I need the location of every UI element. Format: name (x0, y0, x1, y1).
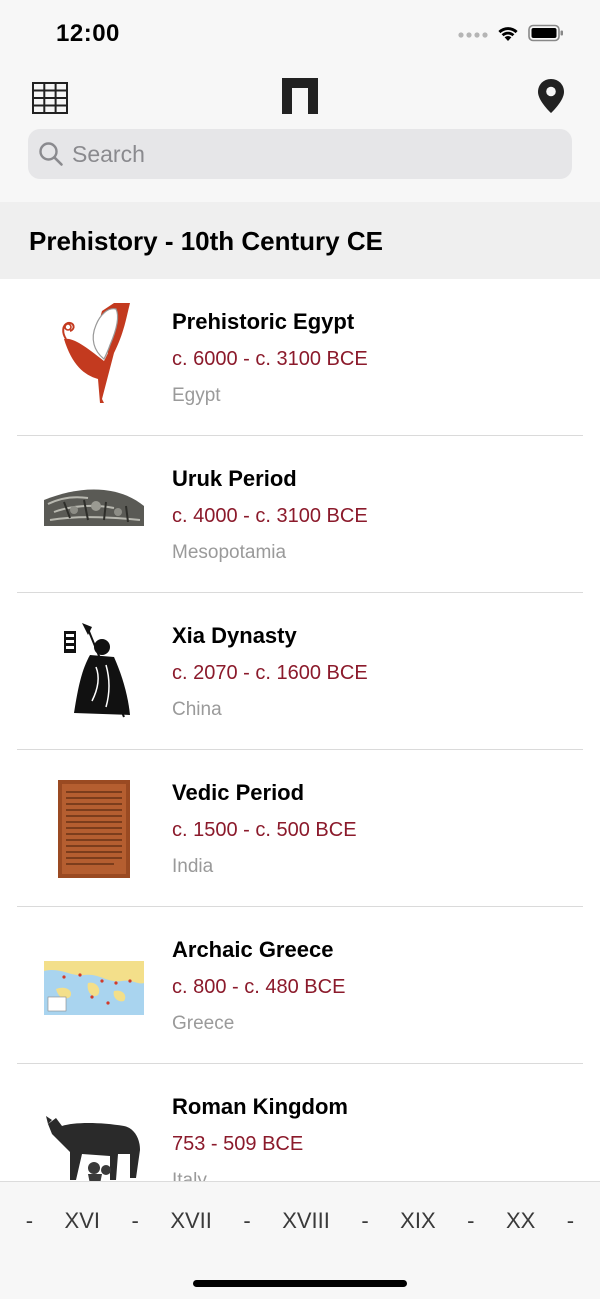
century-separator: - (243, 1208, 251, 1233)
period-dates: c. 2070 - c. 1600 BCE (172, 662, 368, 684)
status-bar: 12:00 (0, 0, 600, 64)
list-item[interactable]: Roman Kingdom 753 - 509 BCE Italy (0, 1064, 600, 1181)
period-region: Greece (172, 1013, 235, 1034)
century-separator: - (467, 1208, 475, 1233)
location-pin-icon (538, 79, 564, 113)
period-title: Archaic Greece (172, 937, 334, 962)
wifi-icon (496, 24, 520, 47)
list-item[interactable]: Uruk Period c. 4000 - c. 3100 BCE Mesopo… (0, 436, 600, 593)
period-title: Uruk Period (172, 466, 297, 491)
she-wolf-statue-image (46, 1116, 140, 1181)
pi-logo-icon[interactable] (282, 78, 318, 114)
navigation-bar (0, 64, 600, 203)
section-header: Prehistory - 10th Century CE (0, 202, 600, 279)
century-xix[interactable]: XIX (400, 1208, 435, 1234)
century-xvii[interactable]: XVII (170, 1208, 212, 1234)
home-indicator[interactable] (193, 1280, 407, 1287)
period-thumbnail (44, 460, 144, 568)
period-thumbnail (44, 1088, 144, 1181)
list-item[interactable]: Xia Dynasty c. 2070 - c. 1600 BCE China (0, 593, 600, 750)
period-thumbnail (44, 774, 144, 882)
location-button[interactable] (536, 78, 566, 114)
search-bar[interactable] (28, 129, 572, 179)
search-icon (39, 142, 63, 166)
period-title: Xia Dynasty (172, 623, 297, 648)
signal-dots-icon (458, 26, 488, 44)
century-xx[interactable]: XX (506, 1208, 535, 1234)
century-nav-bar: - XVI - XVII - XVIII - XIX - XX - (0, 1181, 600, 1299)
period-title: Prehistoric Egypt (172, 309, 355, 334)
search-input[interactable] (72, 129, 552, 179)
period-dates: 753 - 509 BCE (172, 1133, 304, 1155)
period-region: India (172, 856, 214, 877)
period-list: Prehistoric Egypt c. 6000 - c. 3100 BCE … (0, 279, 600, 1181)
egyptian-vessel-image (62, 303, 130, 403)
battery-icon (528, 24, 564, 47)
period-dates: c. 4000 - c. 3100 BCE (172, 505, 368, 527)
warrior-figure-image (64, 623, 130, 718)
period-thumbnail (44, 931, 144, 1039)
period-thumbnail (44, 617, 144, 725)
period-region: China (172, 699, 222, 720)
period-region: Mesopotamia (172, 542, 287, 563)
status-icons (458, 24, 564, 46)
period-title: Roman Kingdom (172, 1094, 348, 1119)
grid-view-button[interactable] (32, 82, 68, 114)
period-dates: c. 800 - c. 480 BCE (172, 976, 346, 998)
century-separator: - (25, 1208, 34, 1233)
period-region: Egypt (172, 385, 221, 406)
century-separator: - (361, 1208, 369, 1233)
mediterranean-map-image (44, 961, 144, 1015)
grid-icon (32, 82, 68, 114)
period-title: Vedic Period (172, 780, 305, 805)
century-items: - XVI - XVII - XVIII - XIX - XX - (0, 1206, 600, 1236)
century-separator: - (131, 1208, 139, 1233)
century-xviii[interactable]: XVIII (282, 1208, 330, 1234)
status-time: 12:00 (56, 20, 120, 47)
century-xvi[interactable]: XVI (65, 1208, 100, 1234)
period-region: Italy (172, 1170, 207, 1181)
period-thumbnail (44, 303, 144, 411)
list-item[interactable]: Archaic Greece c. 800 - c. 480 BCE Greec… (0, 907, 600, 1064)
manuscript-page-image (58, 780, 130, 878)
section-title: Prehistory - 10th Century CE (29, 226, 383, 256)
period-dates: c. 6000 - c. 3100 BCE (172, 348, 368, 370)
list-item[interactable]: Vedic Period c. 1500 - c. 500 BCE India (0, 750, 600, 907)
list-item[interactable]: Prehistoric Egypt c. 6000 - c. 3100 BCE … (0, 279, 600, 436)
century-separator: - (566, 1208, 575, 1233)
stone-relief-image (44, 489, 144, 526)
period-dates: c. 1500 - c. 500 BCE (172, 819, 357, 841)
